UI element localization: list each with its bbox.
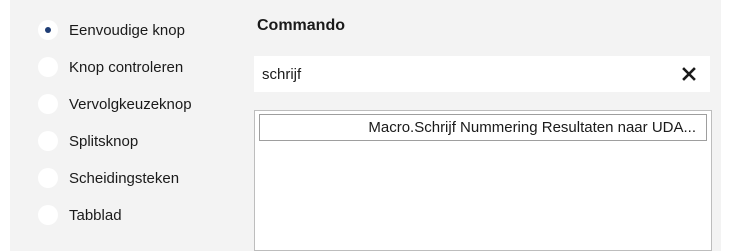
radio-label: Vervolgkeuzeknop — [69, 95, 192, 113]
close-x-icon[interactable] — [682, 67, 696, 81]
radio-label: Tabblad — [69, 206, 122, 224]
radio-button[interactable] — [38, 168, 58, 188]
radio-button[interactable] — [38, 20, 58, 40]
radio-vervolgkeuzeknop[interactable]: Vervolgkeuzeknop — [38, 92, 238, 116]
radio-tabblad[interactable]: Tabblad — [38, 203, 238, 227]
radio-button[interactable] — [38, 94, 58, 114]
radio-button[interactable] — [38, 205, 58, 225]
radio-scheidingsteken[interactable]: Scheidingsteken — [38, 166, 238, 190]
radio-selected-dot — [45, 27, 51, 33]
radio-label: Splitsknop — [69, 132, 139, 150]
radio-label: Eenvoudige knop — [69, 21, 185, 39]
radio-knop-controleren[interactable]: Knop controleren — [38, 55, 238, 79]
radio-eenvoudige-knop[interactable]: Eenvoudige knop — [38, 18, 238, 42]
list-item-label: Macro.Schrijf Nummering Resultaten naar … — [368, 119, 696, 136]
list-item[interactable]: Macro.Schrijf Nummering Resultaten naar … — [259, 114, 707, 141]
command-search-box[interactable] — [254, 56, 710, 92]
radio-button[interactable] — [38, 131, 58, 151]
radio-button[interactable] — [38, 57, 58, 77]
radio-label: Scheidingsteken — [69, 169, 180, 187]
left-panel-edge — [0, 0, 10, 251]
command-search-input[interactable] — [262, 56, 662, 92]
right-panel-edge — [721, 0, 733, 251]
radio-label: Knop controleren — [69, 58, 184, 76]
command-section-title: Commando — [257, 17, 345, 34]
command-results-list[interactable]: Macro.Schrijf Nummering Resultaten naar … — [254, 110, 712, 251]
radio-splitsknop[interactable]: Splitsknop — [38, 129, 238, 153]
